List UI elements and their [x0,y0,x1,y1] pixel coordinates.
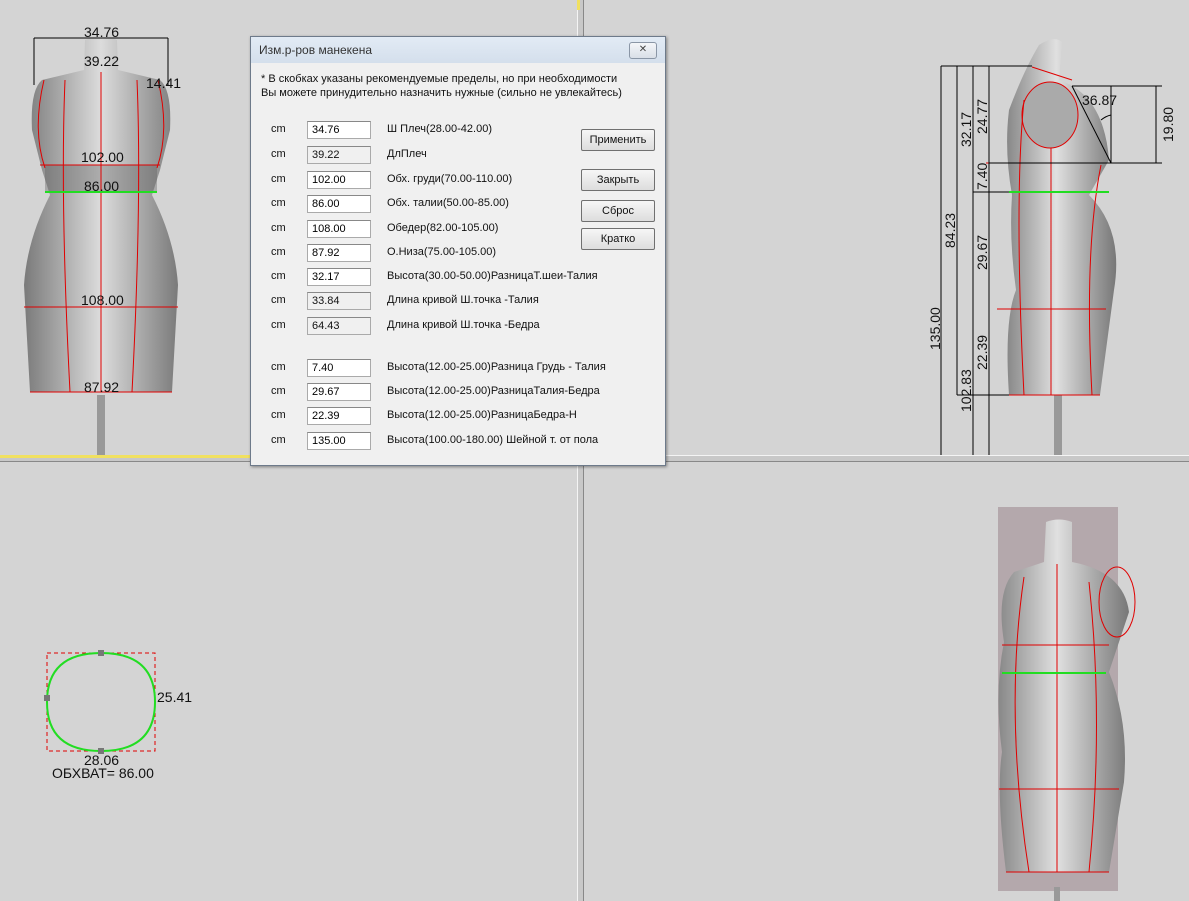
section-width-label: 25.41 [157,689,192,705]
unit-label: cm [271,434,286,446]
measurement-input[interactable] [307,171,371,189]
shoulder-length-label: 39.22 [84,53,119,69]
unit-label: cm [271,294,286,306]
measurement-label: Обх. груди(70.00-110.00) [387,173,513,185]
perspective-viewport[interactable] [584,462,1189,901]
bust-label: 102.00 [81,149,124,165]
h1-label: 84.23 [942,213,958,248]
measurement-label: Высота(12.00-25.00)РазницаБедра-Н [387,409,577,421]
total-height-label: 135.00 [927,307,943,350]
bottom-label: 87.92 [84,379,119,395]
measurement-label: Длина кривой Ш.точка -Талия [387,294,539,306]
perspective-mannequin [998,507,1136,901]
angle-label: 36.87 [1082,92,1117,108]
apply-button[interactable]: Применить [581,129,655,151]
measurement-label: Высота(12.00-25.00)РазницаТалия-Бедра [387,385,600,397]
measurement-input[interactable] [307,195,371,213]
measurement-input[interactable] [307,407,371,425]
unit-label: cm [271,385,286,397]
active-viewport-highlight [0,455,250,458]
side-label: 14.41 [146,75,181,91]
measurement-label: Ш Плеч(28.00-42.00) [387,123,492,135]
h3-label: 24.77 [974,99,990,134]
unit-label: cm [271,409,286,421]
unit-label: cm [271,319,286,331]
h5-label: 29.67 [974,235,990,270]
unit-label: cm [271,148,286,160]
measurement-input[interactable] [307,383,371,401]
dialog-note: * В скобках указаны рекомендуемые предел… [261,72,622,100]
unit-label: cm [271,270,286,282]
h6-label: 22.39 [974,335,990,370]
mannequin-size-dialog: Изм.р-ров манекена ✕ * В скобках указаны… [250,36,666,466]
close-button[interactable]: Закрыть [581,169,655,191]
dialog-title: Изм.р-ров манекена [251,37,665,63]
brief-button[interactable]: Кратко [581,228,655,250]
unit-label: cm [271,123,286,135]
measurement-input[interactable] [307,268,371,286]
measurement-readonly-field: 64.43 [307,317,371,335]
unit-label: cm [271,361,286,373]
measurement-label: О.Низа(75.00-105.00) [387,246,497,258]
side-viewport[interactable]: 135.00 84.23 32.17 24.77 7.40 29.67 22.3… [584,0,1189,455]
waist-label: 86.00 [84,178,119,194]
measurement-input[interactable] [307,220,371,238]
hips-label: 108.00 [81,292,124,308]
measurement-readonly-field: 33.84 [307,292,371,310]
measurement-label: Высота(100.00-180.00) Шейной т. от пола [387,434,599,446]
unit-label: cm [271,173,286,185]
measurement-readonly-field: 39.22 [307,146,371,164]
active-viewport-highlight [577,0,580,10]
measurement-input[interactable] [307,432,371,450]
h4-label: 7.40 [974,163,990,190]
measurement-label: Обедер(82.00-105.00) [387,222,499,234]
measurement-label: ДлПлеч [387,148,427,160]
shoulder-width-label: 34.76 [84,24,119,40]
reset-button[interactable]: Сброс [581,200,655,222]
h2-label: 32.17 [958,112,974,147]
waist-section: 25.41 28.06 ОБХВАТ= 86.00 [44,650,192,781]
girth-label: ОБХВАТ= 86.00 [52,765,154,781]
section-viewport[interactable]: 25.41 28.06 ОБХВАТ= 86.00 [0,462,577,901]
close-icon[interactable]: ✕ [629,42,657,59]
measurement-input[interactable] [307,121,371,139]
note-line: * В скобках указаны рекомендуемые предел… [261,73,618,85]
note-line: Вы можете принудительно назначить нужные… [261,87,622,99]
measurement-label: Высота(30.00-50.00)РазницаТ.шеи-Талия [387,270,598,282]
measurement-label: Длина кривой Ш.точка -Бедра [387,319,540,331]
unit-label: cm [271,246,286,258]
h7-label: 102.83 [958,369,974,412]
side-mannequin: 135.00 84.23 32.17 24.77 7.40 29.67 22.3… [927,39,1176,455]
measurement-label: Обх. талии(50.00-85.00) [387,197,509,209]
bust-depth-label: 19.80 [1160,107,1176,142]
measurement-label: Высота(12.00-25.00)Разница Грудь - Талия [387,361,606,373]
unit-label: cm [271,222,286,234]
measurement-input[interactable] [307,244,371,262]
unit-label: cm [271,197,286,209]
measurement-input[interactable] [307,359,371,377]
